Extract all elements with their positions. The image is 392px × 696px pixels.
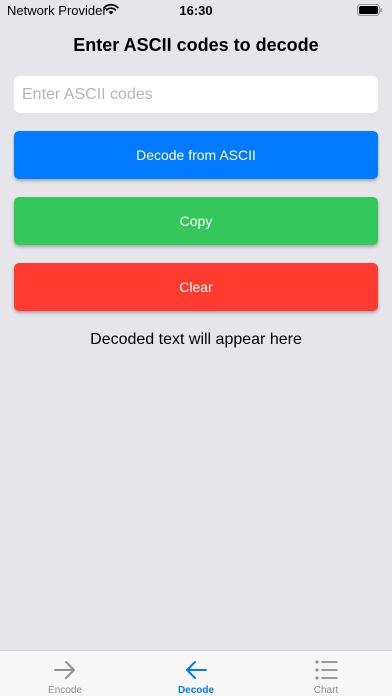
ascii-codes-input[interactable] <box>14 76 378 113</box>
decode-button[interactable]: Decode from ASCII <box>14 131 378 179</box>
tab-chart-label: Chart <box>313 685 339 696</box>
tab-encode-label: Encode <box>48 685 82 696</box>
copy-button[interactable]: Copy <box>14 197 378 245</box>
tab-encode[interactable]: Encode <box>0 651 130 696</box>
tab-decode-label: Decode <box>177 685 215 696</box>
decode-screen: Network Provider 16:30 Enter ASCII codes… <box>0 0 392 696</box>
tab-bar: Encode Decode Chart <box>0 650 392 696</box>
status-bar: Network Provider 16:30 <box>0 0 392 22</box>
battery-icon <box>357 4 383 16</box>
list-icon <box>315 660 338 680</box>
status-time: 16:30 <box>179 3 213 18</box>
page-title: Enter ASCII codes to decode <box>73 35 319 55</box>
tab-decode[interactable]: Decode <box>131 651 261 696</box>
clear-button[interactable]: Clear <box>14 263 378 311</box>
decoded-result-text: Decoded text will appear here <box>90 331 302 348</box>
tab-chart[interactable]: Chart <box>261 651 391 696</box>
arrow-right-icon <box>54 661 75 679</box>
arrow-left-icon <box>186 661 207 679</box>
